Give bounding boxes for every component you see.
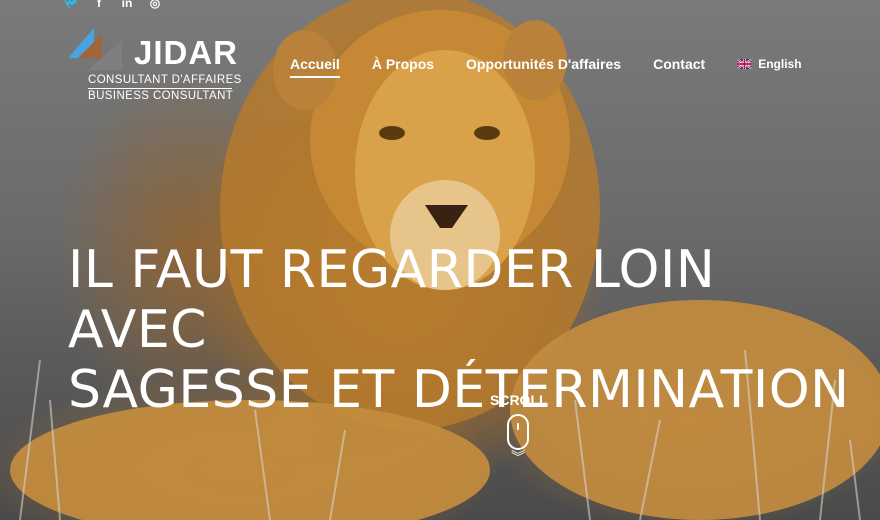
twitter-icon[interactable]: 🐦 [64,0,79,10]
language-label: English [758,57,802,71]
logo-divider [88,88,232,89]
mouse-icon [507,414,529,450]
scroll-label: SCROLL [490,392,548,408]
main-nav: Accueil À Propos Opportunités D'affaires… [290,56,802,78]
nav-item-opportunites[interactable]: Opportunités D'affaires [466,56,621,78]
social-links: 🐦 f in ◎ [64,0,162,10]
headline-line-1: IL FAUT REGARDER LOIN AVEC [68,240,716,360]
logo-mark-icon [68,28,122,70]
uk-flag-icon [737,59,753,69]
headline-line-2: SAGESSE ET DÉTERMINATION [68,360,850,420]
nav-item-accueil[interactable]: Accueil [290,56,340,78]
linkedin-icon[interactable]: in [120,0,134,10]
facebook-icon[interactable]: f [92,0,106,10]
logo-tagline-fr: CONSULTANT D'AFFAIRES [88,74,242,86]
nav-item-a-propos[interactable]: À Propos [372,56,434,78]
jidar-logo[interactable]: JIDAR CONSULTANT D'AFFAIRES BUSINESS CON… [68,24,241,104]
language-switch[interactable]: English [737,57,802,71]
instagram-icon[interactable]: ◎ [148,0,162,10]
logo-name: JIDAR [134,34,239,71]
logo-tagline-en: BUSINESS CONSULTANT [88,90,234,102]
hero-headline: IL FAUT REGARDER LOIN AVEC SAGESSE ET DÉ… [68,240,868,420]
scroll-indicator[interactable]: SCROLL ︾ [490,392,548,465]
nav-item-contact[interactable]: Contact [653,56,705,78]
chevron-down-icon: ︾ [511,449,525,465]
